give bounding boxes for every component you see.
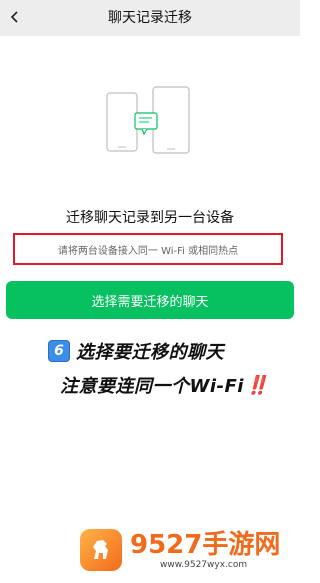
page-title: 聊天记录迁移 (108, 10, 192, 26)
wifi-note-text: 注意要连同一个Wi-Fi (60, 376, 244, 397)
watermark-name: 9527手游网 (130, 530, 281, 560)
double-exclamation-icon: ‼️ (245, 374, 269, 396)
page-subtitle: 迁移聊天记录到另一台设备 (66, 210, 234, 226)
watermark: 9527手游网 www.9527wyx.com (80, 522, 300, 578)
step-number-badge: 6 (48, 340, 70, 362)
wifi-hint-box: 请将两台设备接入同一 Wi-Fi 或相同热点 (13, 233, 283, 265)
wifi-hint-text: 请将两台设备接入同一 Wi-Fi 或相同热点 (57, 245, 239, 257)
nav-bar: 聊天记录迁移 (0, 0, 300, 36)
step-annotation: 6 选择要迁移的聊天 (48, 336, 224, 366)
step-instruction: 选择要迁移的聊天 (76, 342, 224, 363)
two-phones-transfer-icon (106, 86, 190, 154)
horse-logo-icon (80, 529, 122, 571)
watermark-url: www.9527wyx.com (160, 560, 248, 570)
select-chats-button[interactable]: 选择需要迁移的聊天 (6, 281, 294, 319)
wifi-note: 注意要连同一个Wi-Fi ‼️ (60, 371, 268, 399)
